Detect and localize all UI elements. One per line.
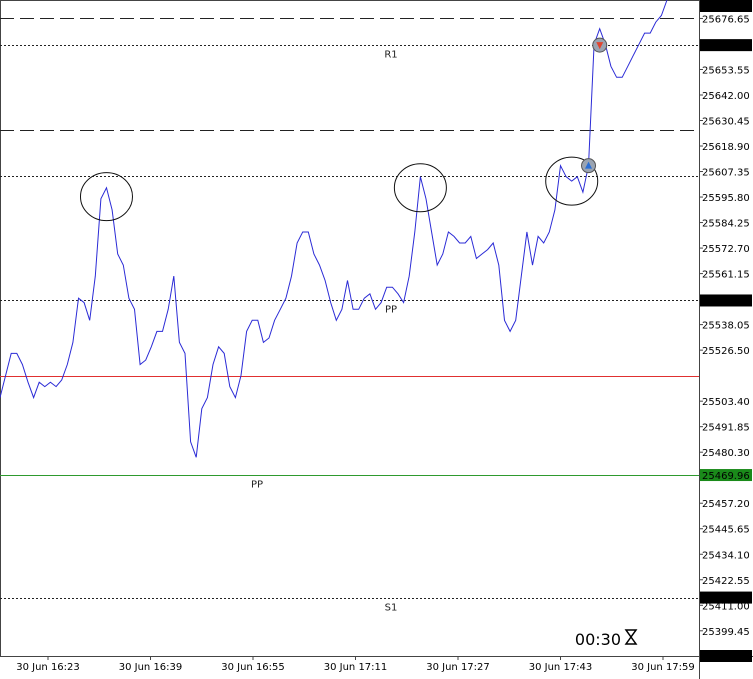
y-tick-label: 25561.15: [702, 270, 750, 281]
y-tick-label: 25572.70: [702, 244, 750, 255]
x-tick-label: 30 Jun 17:27: [426, 662, 490, 673]
plot-frame: [0, 0, 700, 657]
bar-timer: 00:30: [575, 630, 621, 649]
level-label: PP: [385, 305, 397, 316]
price-tag-label: 25414.49: [702, 594, 750, 605]
y-tick-label: 25538.05: [702, 321, 750, 332]
price-tag-label: 25388.04: [702, 652, 750, 663]
price-tag-label: 25664.57: [702, 41, 750, 52]
y-tick-label: 25480.30: [702, 448, 750, 459]
x-tick-label: 30 Jun 16:39: [119, 662, 183, 673]
price-chart: R1 PP PP S1 25676.65 25653.55 25642.00 25630.45…: [0, 0, 753, 679]
y-tick-label: 25676.65: [702, 14, 750, 25]
y-tick-label: 25607.35: [702, 168, 750, 179]
chart-svg: R1 PP PP S1 25676.65 25653.55 25642.00 25630.45…: [0, 0, 753, 679]
y-tick-label: 25526.50: [702, 346, 750, 357]
price-tag-label: 25469.96: [702, 471, 750, 482]
x-tick-label: 30 Jun 17:43: [529, 662, 593, 673]
y-tick-label: 25445.65: [702, 525, 750, 536]
y-tick-label: 25434.10: [702, 550, 750, 561]
y-tick-label: 25399.45: [702, 627, 750, 638]
price-series-line: [0, 0, 668, 458]
highlight-ellipse: [393, 163, 447, 213]
highlight-ellipse: [79, 172, 133, 222]
y-tick-label: 25584.25: [702, 219, 750, 230]
price-tag-label: 25682.29: [702, 2, 750, 13]
level-label: PP: [251, 480, 263, 491]
y-tick-label: 25422.55: [702, 576, 750, 587]
x-tick-label: 30 Jun 17:59: [631, 662, 695, 673]
y-tick-label: 25653.55: [702, 65, 750, 76]
y-tick-label: 25595.80: [702, 193, 750, 204]
hourglass-icon: [624, 629, 638, 645]
y-tick-label: 25630.45: [702, 117, 750, 128]
level-label: S1: [385, 603, 398, 614]
x-tick-label: 30 Jun 16:23: [16, 662, 80, 673]
price-tag-label: 25548.98: [702, 296, 750, 307]
x-tick-label: 30 Jun 17:11: [324, 662, 388, 673]
y-tick-label: 25457.20: [702, 499, 750, 510]
y-tick-label: 25618.90: [702, 142, 750, 153]
y-tick-label: 25491.85: [702, 423, 750, 434]
y-tick-label: 25503.40: [702, 397, 750, 408]
y-tick-label: 25642.00: [702, 91, 750, 102]
x-tick-label: 30 Jun 16:55: [221, 662, 285, 673]
level-label: R1: [384, 50, 397, 61]
